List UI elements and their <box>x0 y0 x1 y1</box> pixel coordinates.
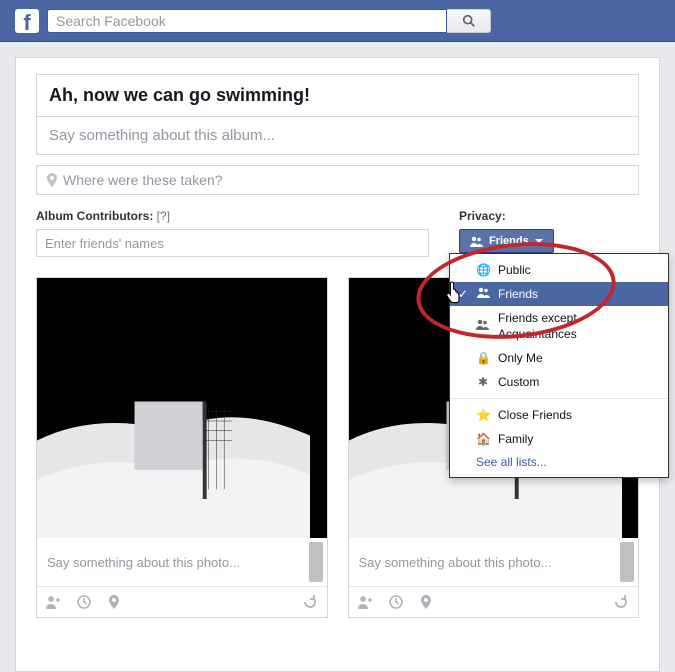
lock-icon: 🔒 <box>476 350 490 366</box>
contributors-help-icon[interactable]: [?] <box>157 209 170 223</box>
location-button[interactable] <box>105 593 123 611</box>
rotate-button[interactable] <box>612 593 630 611</box>
album-location-input[interactable]: Where were these taken? <box>36 165 639 195</box>
scrollbar[interactable] <box>620 542 634 582</box>
privacy-option-public[interactable]: 🌐 Public <box>450 258 668 282</box>
person-plus-icon <box>46 595 62 609</box>
globe-icon: 🌐 <box>476 262 490 278</box>
album-description-input[interactable]: Say something about this album... <box>36 117 639 155</box>
rotate-button[interactable] <box>301 593 319 611</box>
date-button[interactable] <box>75 593 93 611</box>
star-icon: ⭐ <box>476 407 490 423</box>
chevron-down-icon <box>535 239 543 243</box>
photo-thumbnail[interactable] <box>37 278 327 538</box>
privacy-list-close-friends[interactable]: ⭐ Close Friends <box>450 403 668 427</box>
scrollbar[interactable] <box>309 542 323 582</box>
tag-people-button[interactable] <box>357 593 375 611</box>
contributors-label: Album Contributors: [?] <box>36 209 429 223</box>
location-pin-icon <box>109 595 119 609</box>
privacy-option-custom[interactable]: ✱ Custom <box>450 370 668 394</box>
friends-except-icon <box>476 318 490 334</box>
album-title-input[interactable]: Ah, now we can go swimming! <box>36 74 639 117</box>
privacy-option-friends[interactable]: ✓ Friends <box>450 282 668 306</box>
photo-card <box>36 277 328 618</box>
house-icon: 🏠 <box>476 431 490 447</box>
contributors-input[interactable] <box>36 229 429 257</box>
location-button[interactable] <box>417 593 435 611</box>
location-pin-icon <box>47 173 57 187</box>
facebook-logo[interactable]: f <box>15 9 39 33</box>
photo-caption-input[interactable] <box>37 545 305 580</box>
search-button[interactable] <box>447 9 491 33</box>
privacy-label: Privacy: <box>459 209 639 223</box>
privacy-list-family[interactable]: 🏠 Family <box>450 427 668 451</box>
clock-icon <box>77 595 91 609</box>
privacy-option-only-me[interactable]: 🔒 Only Me <box>450 346 668 370</box>
search-icon <box>462 14 476 28</box>
location-pin-icon <box>421 595 431 609</box>
friends-icon <box>476 286 490 302</box>
dropdown-separator <box>450 398 668 399</box>
privacy-option-friends-except[interactable]: Friends except Acquaintances <box>450 306 668 346</box>
friends-icon <box>470 236 483 247</box>
check-icon: ✓ <box>458 286 468 302</box>
rotate-icon <box>613 595 629 609</box>
top-navigation-bar: f <box>0 0 675 42</box>
person-plus-icon <box>358 595 374 609</box>
location-placeholder-text: Where were these taken? <box>63 172 223 188</box>
privacy-selector-button[interactable]: Friends <box>459 229 554 253</box>
photo-caption-input[interactable] <box>349 545 617 580</box>
album-editor: Ah, now we can go swimming! Say somethin… <box>15 57 660 672</box>
search-input[interactable] <box>47 9 447 33</box>
tag-people-button[interactable] <box>45 593 63 611</box>
date-button[interactable] <box>387 593 405 611</box>
gear-icon: ✱ <box>476 374 490 390</box>
privacy-dropdown-menu: 🌐 Public ✓ Friends Friends except Acquai… <box>449 253 669 478</box>
rotate-icon <box>302 595 318 609</box>
clock-icon <box>389 595 403 609</box>
privacy-see-all-lists[interactable]: See all lists... <box>450 451 668 473</box>
